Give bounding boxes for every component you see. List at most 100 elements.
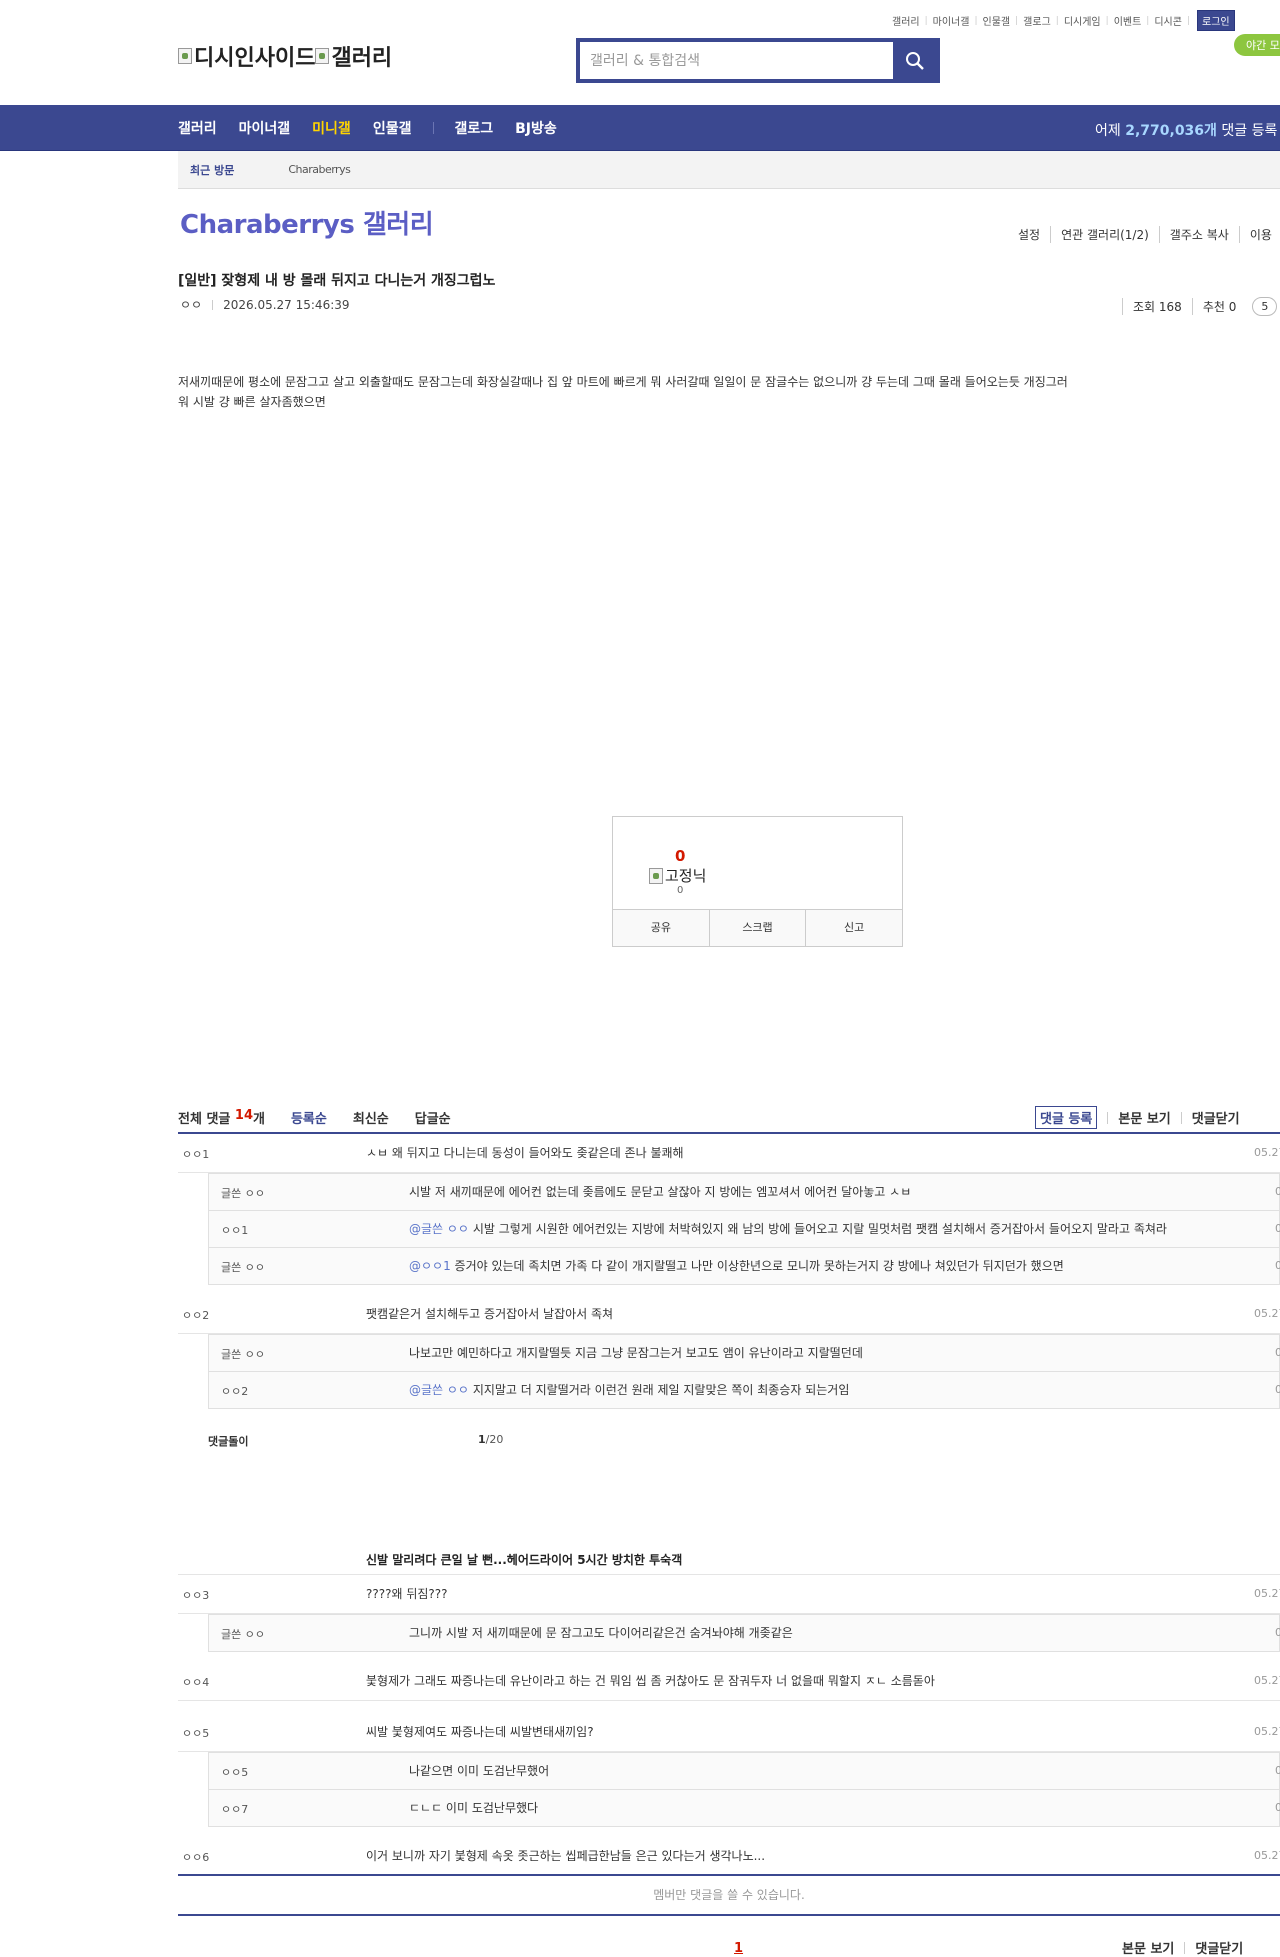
comment-row: ㅇㅇ2 팻캠같은거 설치해두고 증거잡아서 날잡아서 족쳐 05.27 bbox=[178, 1295, 1280, 1334]
comment-bot-row: 댓글돌이 1/20 bbox=[178, 1419, 1280, 1457]
reply-nick[interactable]: 글쓴 ㅇㅇ bbox=[221, 1259, 265, 1275]
util-nav-item[interactable]: 인물갤 bbox=[983, 13, 1011, 28]
gnb-item[interactable]: 미니갤 bbox=[312, 118, 351, 138]
divider: | bbox=[924, 15, 928, 26]
reply-mention[interactable]: @글쓴 ㅇㅇ bbox=[409, 1222, 469, 1236]
fixed-nick-recommend: 고정닉 bbox=[649, 865, 706, 886]
news-ad-text[interactable]: 신발 말리려다 큰일 날 뻔...헤어드라이어 5시간 방치한 투숙객 bbox=[366, 1551, 682, 1568]
view-body-button[interactable]: 본문 보기 bbox=[1118, 1108, 1170, 1127]
reply-text-wrap: @글쓴 ㅇㅇ 시발 그렇게 시원한 에어컨있는 지방에 처박혀있지 왜 남의 방… bbox=[409, 1211, 1199, 1247]
close-comments-button[interactable]: 댓글닫기 bbox=[1192, 1108, 1240, 1127]
reply-text: 시발 그렇게 시원한 에어컨있는 지방에 처박혀있지 왜 남의 방에 들어오고 … bbox=[472, 1222, 1167, 1236]
sort-registered[interactable]: 등록순 bbox=[291, 1108, 327, 1127]
util-nav-item[interactable]: 갤로그 bbox=[1023, 13, 1051, 28]
util-nav-item[interactable]: 디시게임 bbox=[1064, 13, 1101, 28]
reply-nick[interactable]: ㅇㅇ5 bbox=[221, 1764, 248, 1780]
comment-row: ㅇㅇ6 이거 보니까 자기 붗형제 속옷 좃근하는 씹페급한남들 은근 있다는거 … bbox=[178, 1837, 1280, 1876]
comment-bot-page-current[interactable]: 1 bbox=[478, 1433, 486, 1446]
util-nav-item[interactable]: 디시콘 bbox=[1154, 13, 1182, 28]
recommend-action-button[interactable]: 공유 bbox=[613, 910, 709, 946]
comments-label: 전체 댓글 bbox=[178, 1112, 231, 1127]
comment-text: 팻캠같은거 설치해두고 증거잡아서 날잡아서 족쳐 bbox=[366, 1307, 614, 1321]
comment-bot-pager: 1/20 bbox=[478, 1433, 503, 1446]
recommend-box: 0 고정닉 0 공유 스크랩 신고 bbox=[612, 816, 903, 947]
reply-text-wrap: 나보고만 예민하다고 개지랄떨듯 지금 그냥 문잠그는거 보고도 앰이 유난이라… bbox=[409, 1335, 1199, 1371]
search-input[interactable] bbox=[580, 42, 893, 79]
sort-latest[interactable]: 최신순 bbox=[353, 1108, 389, 1127]
site-logo[interactable]: 디시인사이드 갤러리 bbox=[178, 40, 392, 72]
util-nav-item[interactable]: 이벤트 bbox=[1114, 13, 1142, 28]
comment-nick[interactable]: ㅇㅇ4 bbox=[182, 1674, 209, 1690]
util-nav-item[interactable]: 갤러리 bbox=[892, 13, 920, 28]
comment-row: ㅇㅇ1 ㅅㅂ 왜 뒤지고 다니는데 동성이 들어와도 좆같은데 존나 불쾌해 05.… bbox=[178, 1134, 1280, 1173]
reply-nick[interactable]: 글쓴 ㅇㅇ bbox=[221, 1346, 265, 1362]
divider: | bbox=[1105, 15, 1109, 26]
reply-text-wrap: 그니까 시발 저 새끼때문에 문 잠그고도 다이어리같은건 숨겨놔야해 개좆같은 bbox=[409, 1615, 1199, 1651]
utility-nav: 갤러리 | 마이너갤 | 인물갤 | 갤로그 | 디시게임 | 이벤트 | 디시콘 | 로그인 bbox=[892, 10, 1235, 31]
night-mode-button[interactable]: 야간 모 bbox=[1234, 34, 1280, 56]
gnb-item[interactable]: 갤러리 bbox=[178, 118, 217, 138]
comment-nick[interactable]: ㅇㅇ6 bbox=[182, 1849, 209, 1865]
comment-date: 05.27 bbox=[1254, 1849, 1280, 1862]
view-body-button-bottom[interactable]: 본문 보기 bbox=[1122, 1938, 1174, 1957]
post-author[interactable]: ㅇㅇ bbox=[180, 296, 202, 313]
news-ad-row[interactable]: 신발 말리려다 큰일 날 뻔...헤어드라이어 5시간 방치한 투숙객 bbox=[178, 1457, 1280, 1575]
reply-date: 05.27 bbox=[1275, 1259, 1280, 1272]
comment-count-pill[interactable]: 5 bbox=[1252, 297, 1278, 316]
reply-mention[interactable]: @ㅇㅇ1 bbox=[409, 1259, 451, 1273]
gnb-item[interactable]: 인물갤 bbox=[373, 118, 412, 138]
gallery-menu-item[interactable]: 설정 bbox=[1008, 226, 1050, 243]
gallery-menu-item[interactable]: 갤주소 복사 bbox=[1158, 226, 1239, 243]
reply-row: ㅇㅇ7 ㄷㄴㄷ 이미 도검난무했다 05.27 bbox=[209, 1789, 1280, 1826]
reply-text-wrap: ㄷㄴㄷ 이미 도검난무했다 bbox=[409, 1790, 1199, 1826]
member-only-notice: 멤버만 댓글을 쓸 수 있습니다. bbox=[178, 1874, 1280, 1916]
comment-date: 05.27 bbox=[1254, 1725, 1280, 1738]
gnb-item[interactable]: 마이너갤 bbox=[239, 118, 291, 138]
comments-actions: 댓글 등록 본문 보기 댓글닫기 bbox=[1035, 1106, 1240, 1129]
reply-text: 그니까 시발 저 새끼때문에 문 잠그고도 다이어리같은건 숨겨놔야해 개좆같은 bbox=[409, 1626, 793, 1640]
recommend-action-button[interactable]: 스크랩 bbox=[708, 910, 806, 946]
divider bbox=[1184, 1941, 1186, 1954]
comment-nick[interactable]: ㅇㅇ5 bbox=[182, 1725, 209, 1741]
reply-nick[interactable]: ㅇㅇ7 bbox=[221, 1801, 248, 1817]
gallery-menu-item[interactable]: 이용 bbox=[1238, 226, 1280, 243]
reply-date: 05.27 bbox=[1275, 1185, 1280, 1198]
comment-register-button[interactable]: 댓글 등록 bbox=[1035, 1106, 1098, 1129]
gnb-item[interactable]: 갤로그 bbox=[454, 118, 493, 138]
reply-nick[interactable]: 글쓴 ㅇㅇ bbox=[221, 1185, 265, 1201]
reply-mention[interactable]: @글쓴 ㅇㅇ bbox=[409, 1383, 469, 1397]
global-nav-bar: 갤러리 마이너갤 미니갤 인물갤 갤로그 BJ방송 어제 2,770,036개 댓글 등록 bbox=[0, 105, 1280, 151]
comment-nick[interactable]: ㅇㅇ3 bbox=[182, 1587, 209, 1603]
divider bbox=[212, 299, 214, 310]
divider: | bbox=[974, 15, 978, 26]
reply-text-wrap: @글쓴 ㅇㅇ 지지말고 더 지랄떨거라 이런건 원래 제일 지랄맞은 쪽이 최종… bbox=[409, 1372, 1199, 1408]
recent-visit-item[interactable]: Charaberrys bbox=[288, 163, 351, 176]
close-comments-button-bottom[interactable]: 댓글닫기 bbox=[1195, 1938, 1243, 1957]
gallery-title[interactable]: Charaberrys 갤러리 bbox=[180, 204, 434, 241]
comment-nick[interactable]: ㅇㅇ1 bbox=[182, 1146, 209, 1162]
comment-row: ㅇㅇ5 씨발 붗형제여도 짜증나는데 씨발변태새끼임? 05.27 bbox=[178, 1713, 1280, 1752]
reply-list: 글쓴 ㅇㅇ 시발 저 새끼때문에 에어컨 없는데 좆름에도 문닫고 살잖아 지 방… bbox=[208, 1173, 1280, 1285]
divider: | bbox=[1186, 15, 1190, 26]
comment-nick[interactable]: ㅇㅇ2 bbox=[182, 1307, 209, 1323]
recommend-count: 0 bbox=[675, 847, 686, 865]
recommend-action-button[interactable]: 신고 bbox=[805, 910, 902, 946]
sort-replies[interactable]: 답글순 bbox=[415, 1108, 451, 1127]
reply-row: 글쓴 ㅇㅇ 그니까 시발 저 새끼때문에 문 잠그고도 다이어리같은건 숨겨놔야해… bbox=[209, 1614, 1280, 1651]
util-nav-item[interactable]: 마이너갤 bbox=[933, 13, 970, 28]
reply-nick[interactable]: ㅇㅇ1 bbox=[221, 1222, 248, 1238]
reply-date: 05.27 bbox=[1275, 1764, 1280, 1777]
login-button[interactable]: 로그인 bbox=[1197, 10, 1235, 31]
recent-visit-label[interactable]: 최근 방문 bbox=[190, 162, 234, 178]
reply-row: ㅇㅇ5 나같으면 이미 도검난무했어 05.27 bbox=[209, 1752, 1280, 1789]
reply-nick[interactable]: ㅇㅇ2 bbox=[221, 1383, 248, 1399]
reply-text: ㄷㄴㄷ 이미 도검난무했다 bbox=[409, 1801, 539, 1815]
page-number-current[interactable]: 1 bbox=[734, 1941, 743, 1956]
comment-row: ㅇㅇ3 ????왜 뒤짐??? 05.27 bbox=[178, 1575, 1280, 1614]
reply-date: 05.27 bbox=[1275, 1222, 1280, 1235]
gallery-menu-item[interactable]: 연관 갤러리(1/2) bbox=[1050, 226, 1159, 243]
reply-nick[interactable]: 글쓴 ㅇㅇ bbox=[221, 1626, 265, 1642]
search-button[interactable] bbox=[893, 42, 936, 79]
gnb-item[interactable]: BJ방송 bbox=[515, 118, 557, 138]
